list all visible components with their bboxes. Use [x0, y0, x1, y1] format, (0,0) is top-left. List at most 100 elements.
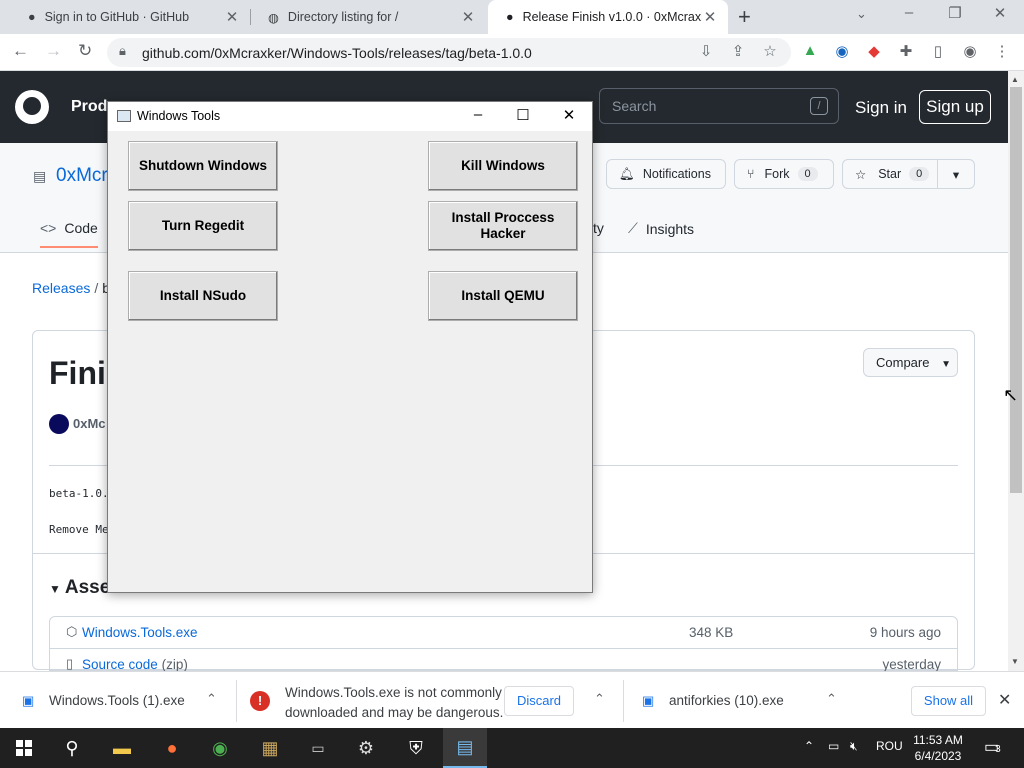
repo-icon: ▤: [33, 168, 47, 184]
exe-file-icon: ▣: [642, 693, 655, 708]
firefox-icon[interactable]: ●: [150, 728, 194, 768]
terminal-icon[interactable]: ▭: [296, 728, 340, 768]
extension-red-icon[interactable]: ◆: [864, 42, 884, 60]
scroll-up-icon[interactable]: ▲: [1011, 75, 1019, 84]
chevron-up-icon[interactable]: ⌃: [826, 691, 837, 707]
taskbar-clock[interactable]: 11:53 AM 6/4/2023: [906, 732, 970, 764]
asset-time: yesterday: [882, 657, 941, 672]
archive-app-icon[interactable]: ▦: [248, 728, 292, 768]
author-link[interactable]: 0xMc: [73, 416, 106, 431]
scrollbar-thumb[interactable]: [1010, 87, 1022, 493]
minimize-icon[interactable]: –: [894, 4, 924, 21]
tab-code[interactable]: <> Code: [40, 220, 98, 248]
caret-down-icon: ▼: [941, 359, 951, 370]
release-notes-line: Remove Me: [49, 523, 109, 536]
tab-insights[interactable]: ⟋ Insights: [628, 220, 694, 237]
shield-icon[interactable]: ⛨: [394, 728, 438, 768]
network-icon[interactable]: ▭: [828, 739, 839, 753]
chevron-up-icon[interactable]: ⌃: [206, 691, 217, 707]
profile-avatar-icon[interactable]: ◉: [960, 42, 980, 60]
back-arrow-icon[interactable]: ←: [12, 41, 29, 61]
chevron-up-icon[interactable]: ⌃: [594, 691, 605, 707]
google-drive-extension-icon[interactable]: ▲: [800, 42, 820, 59]
avatar[interactable]: [49, 414, 69, 434]
asset-link[interactable]: Source code (zip): [82, 657, 188, 672]
turn-regedit-button[interactable]: Turn Regedit: [128, 201, 278, 251]
discard-button[interactable]: Discard: [504, 686, 574, 716]
reload-icon[interactable]: ↻: [78, 41, 92, 61]
kill-windows-button[interactable]: Kill Windows: [428, 141, 578, 191]
address-bar[interactable]: 🔒︎ github.com/0xMcraxker/Windows-Tools/r…: [107, 38, 791, 67]
star-icon: ☆: [855, 167, 867, 182]
settings-gear-icon[interactable]: ⚙: [344, 728, 388, 768]
sign-up-button[interactable]: Sign up: [919, 90, 991, 124]
tab-release-finish[interactable]: ● Release Finish v1.0.0 · 0xMcraxke ✕: [488, 0, 728, 34]
download-warning: Windows.Tools.exe is not commonly downlo…: [285, 683, 505, 723]
star-button[interactable]: ☆ Star 0: [842, 159, 938, 189]
nav-product-menu[interactable]: Prod: [71, 98, 107, 116]
tab-search-chevron-icon[interactable]: ⌄: [856, 6, 867, 22]
compare-dropdown[interactable]: Compare ▼: [863, 348, 958, 377]
install-nsudo-button[interactable]: Install NSudo: [128, 271, 278, 321]
volume-muted-icon[interactable]: 🔇︎: [850, 739, 858, 754]
share-icon[interactable]: ⇪: [728, 42, 748, 60]
github-logo-icon[interactable]: [15, 90, 49, 124]
close-icon[interactable]: ✕: [998, 690, 1011, 710]
close-icon[interactable]: ✕: [460, 8, 476, 26]
tab-directory-listing[interactable]: ◍ Directory listing for / ✕: [250, 0, 486, 34]
install-process-hacker-button[interactable]: Install Proccess Hacker: [428, 201, 578, 251]
start-button[interactable]: [2, 728, 46, 768]
github-search-input[interactable]: Search /: [599, 88, 839, 124]
fork-button[interactable]: ⑂ Fork 0: [734, 159, 834, 189]
tab-security[interactable]: ty: [593, 220, 604, 236]
repo-owner-link[interactable]: 0xMcr: [56, 165, 108, 187]
forward-arrow-icon[interactable]: →: [45, 41, 62, 61]
install-qemu-button[interactable]: Install QEMU: [428, 271, 578, 321]
search-shortcut-key: /: [810, 97, 828, 115]
restore-icon[interactable]: ❐: [940, 4, 970, 22]
list-item[interactable]: ⬡ Windows.Tools.exe 348 KB 9 hours ago: [50, 617, 957, 649]
github-favicon-icon: ●: [28, 10, 36, 24]
file-explorer-icon[interactable]: ▬: [100, 728, 144, 768]
url-text[interactable]: github.com/0xMcraxker/Windows-Tools/rele…: [142, 45, 532, 61]
close-icon[interactable]: ✕: [556, 106, 582, 124]
search-icon[interactable]: ⚲: [50, 728, 94, 768]
download-item[interactable]: ▣ Windows.Tools (1).exe ⌃: [0, 672, 236, 729]
clock-time: 11:53 AM: [913, 733, 963, 747]
caret-down-icon: ▾: [952, 167, 960, 182]
download-filename: Windows.Tools (1).exe: [49, 693, 185, 708]
download-item[interactable]: ▣ antiforkies (10).exe ⌃: [624, 672, 854, 729]
input-language-indicator[interactable]: ROU: [876, 739, 903, 753]
chrome-icon[interactable]: ◉: [198, 728, 242, 768]
code-icon: <>: [40, 220, 57, 236]
scroll-down-icon[interactable]: ▼: [1011, 657, 1019, 666]
star-dropdown-button[interactable]: ▾: [937, 159, 975, 189]
breadcrumb-releases-link[interactable]: Releases: [32, 280, 90, 296]
side-panel-icon[interactable]: ▯: [928, 42, 948, 60]
shutdown-windows-button[interactable]: Shutdown Windows: [128, 141, 278, 191]
show-all-button[interactable]: Show all: [911, 686, 986, 716]
extension-r-icon[interactable]: ◉: [832, 42, 852, 60]
tab-github-signin[interactable]: ● Sign in to GitHub · GitHub ✕: [10, 0, 250, 34]
close-icon[interactable]: ✕: [224, 8, 240, 26]
install-app-icon[interactable]: ⇩: [696, 42, 716, 60]
windows-tools-taskbar-icon[interactable]: ▤: [443, 728, 487, 768]
warning-icon: !: [250, 691, 270, 711]
page-scrollbar[interactable]: ▲ ▼: [1008, 71, 1024, 671]
close-icon[interactable]: ✕: [702, 8, 718, 26]
minimize-icon[interactable]: –: [465, 106, 491, 123]
notification-center-icon[interactable]: ▭3: [984, 737, 1001, 757]
bookmark-star-icon[interactable]: ☆: [760, 42, 780, 60]
graph-icon: ⟋: [628, 220, 638, 236]
asset-link[interactable]: Windows.Tools.exe: [82, 625, 198, 640]
extensions-puzzle-icon[interactable]: ✚: [896, 42, 916, 60]
new-tab-button[interactable]: +: [738, 4, 751, 30]
notifications-button[interactable]: 🔔︎ Notifications: [606, 159, 726, 189]
maximize-icon[interactable]: ☐: [510, 106, 536, 124]
menu-kebab-icon[interactable]: ⋮: [992, 42, 1012, 60]
close-window-icon[interactable]: ✕: [985, 4, 1015, 22]
chevron-up-icon[interactable]: ⌃: [804, 739, 814, 753]
star-count: 0: [909, 167, 930, 181]
sign-in-link[interactable]: Sign in: [855, 98, 907, 118]
app-title-bar[interactable]: Windows Tools – ☐ ✕: [108, 102, 592, 131]
